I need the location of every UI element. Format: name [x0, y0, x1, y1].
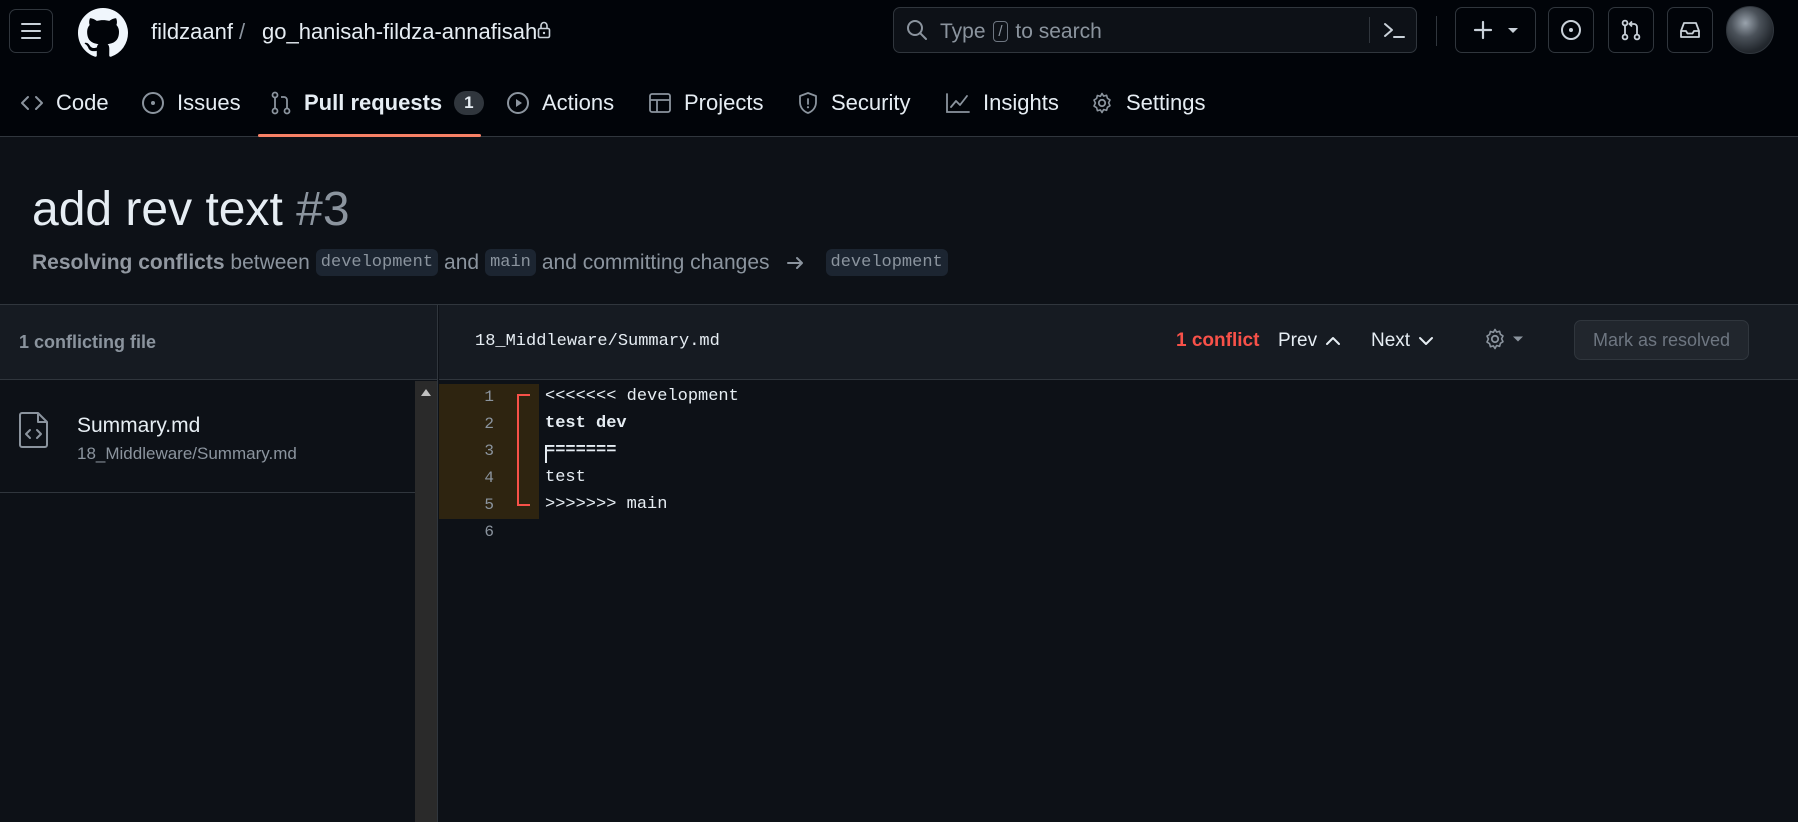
- menu-button[interactable]: [9, 9, 53, 53]
- search-divider: [1369, 17, 1370, 43]
- chevron-up-icon: [1326, 337, 1341, 345]
- base-branch-label[interactable]: main: [485, 249, 536, 276]
- table-icon: [649, 93, 671, 113]
- search-placeholder: Type / to search: [940, 20, 1102, 43]
- gear-icon: [1093, 92, 1111, 114]
- github-logo-icon[interactable]: [78, 8, 128, 58]
- file-path: 18_Middleware/Summary.md: [77, 444, 297, 463]
- repo-owner-link[interactable]: fildzaanf: [151, 19, 233, 45]
- prev-label: Prev: [1278, 330, 1318, 351]
- pr-subtitle: Resolving conflicts between development …: [32, 249, 954, 276]
- issue-icon: [1561, 20, 1581, 40]
- code-line: <<<<<<< development: [545, 387, 739, 406]
- shield-icon: [799, 92, 817, 114]
- pull-requests-count-badge: 1: [454, 91, 484, 115]
- line-number: 5: [484, 496, 494, 514]
- sidebar-scrollbar[interactable]: [415, 381, 437, 822]
- caret-down-icon: [1513, 336, 1523, 342]
- search-shortcut-key: /: [993, 21, 1008, 42]
- target-branch-label[interactable]: development: [825, 249, 948, 276]
- scroll-up-arrow-icon[interactable]: [420, 387, 432, 397]
- tab-issues-label: Issues: [177, 90, 241, 115]
- line-number: 1: [484, 388, 494, 406]
- tab-projects[interactable]: Projects: [648, 81, 763, 125]
- tab-security-label: Security: [831, 90, 911, 115]
- hamburger-icon: [21, 23, 41, 39]
- search-icon: [906, 19, 928, 41]
- active-tab-indicator: [258, 134, 481, 137]
- caret-down-icon: [1507, 28, 1518, 33]
- and-text: and: [444, 250, 480, 274]
- tab-code-label: Code: [56, 90, 109, 115]
- issue-icon: [142, 92, 164, 114]
- line-number: 4: [484, 469, 494, 487]
- file-list-item[interactable]: Summary.md 18_Middleware/Summary.md: [0, 381, 415, 493]
- next-conflict-button[interactable]: Next: [1371, 330, 1434, 352]
- tab-settings-label: Settings: [1126, 90, 1206, 115]
- graph-icon: [946, 93, 970, 113]
- global-header: fildzaanf / go_hanisah-fildza-annafisah …: [0, 0, 1798, 137]
- plus-icon: [1473, 20, 1492, 40]
- tab-projects-label: Projects: [684, 90, 764, 115]
- play-icon: [507, 92, 529, 114]
- editor-toolbar: 18_Middleware/Summary.md 1 conflict Prev…: [439, 305, 1798, 380]
- code-line: =======: [545, 441, 617, 460]
- pull-request-icon: [271, 91, 291, 115]
- pr-number: #3: [296, 183, 350, 236]
- conflicting-files-count: 1 conflicting file: [19, 332, 157, 352]
- issues-button[interactable]: [1548, 7, 1594, 53]
- tab-pull-requests[interactable]: Pull requests 1: [270, 81, 484, 125]
- code-line: >>>>>>> main: [545, 495, 668, 514]
- page-title: add rev text #3: [32, 182, 350, 237]
- next-label: Next: [1371, 330, 1411, 351]
- header-divider: [1436, 16, 1437, 46]
- tab-settings[interactable]: Settings: [1090, 81, 1206, 125]
- inbox-icon: [1680, 22, 1700, 38]
- breadcrumb-separator: /: [239, 19, 246, 44]
- mark-as-resolved-button[interactable]: Mark as resolved: [1574, 320, 1749, 360]
- file-code-icon: [18, 411, 50, 449]
- line-number: 6: [484, 523, 494, 541]
- head-branch-label[interactable]: development: [315, 249, 439, 276]
- code-icon: [21, 96, 43, 110]
- tab-pull-requests-label: Pull requests: [304, 90, 443, 115]
- code-line: test dev: [545, 414, 627, 433]
- pull-requests-button[interactable]: [1608, 7, 1654, 53]
- conflict-file-sidebar: 1 conflicting file Summary.md 18_Middlew…: [0, 305, 438, 822]
- pull-request-icon: [1621, 19, 1641, 41]
- pr-title-text: add rev text: [32, 183, 283, 236]
- gear-icon: [1486, 328, 1504, 350]
- inbox-button[interactable]: [1667, 7, 1713, 53]
- tab-issues[interactable]: Issues: [141, 81, 241, 125]
- file-name: Summary.md: [77, 414, 201, 437]
- tab-code[interactable]: Code: [20, 81, 109, 125]
- search-input[interactable]: Type / to search: [893, 7, 1417, 53]
- chevron-down-icon: [1419, 337, 1434, 345]
- repo-name-link[interactable]: go_hanisah-fildza-annafisah: [262, 19, 537, 45]
- conflict-count: 1 conflict: [1176, 330, 1260, 351]
- tab-security[interactable]: Security: [797, 81, 910, 125]
- command-palette-icon[interactable]: [1382, 19, 1406, 41]
- code-line: test: [545, 468, 586, 487]
- tab-insights[interactable]: Insights: [945, 81, 1059, 125]
- conflict-marker-bracket: [517, 394, 530, 506]
- between-text: between: [230, 250, 310, 274]
- line-number: 3: [484, 442, 494, 460]
- committing-text: and committing changes: [541, 250, 770, 274]
- create-new-button[interactable]: [1455, 7, 1536, 53]
- sidebar-header: 1 conflicting file: [0, 305, 437, 380]
- tab-insights-label: Insights: [983, 90, 1059, 115]
- editor-settings-button[interactable]: [1483, 327, 1524, 351]
- editor-file-path: 18_Middleware/Summary.md: [475, 332, 720, 351]
- resolving-conflicts-label: Resolving conflicts: [32, 250, 225, 274]
- code-editor[interactable]: 1 <<<<<<< development 2 test dev 3 =====…: [439, 380, 1798, 822]
- tab-actions[interactable]: Actions: [506, 81, 614, 125]
- user-avatar[interactable]: [1726, 6, 1774, 54]
- arrow-right-icon: [786, 256, 803, 269]
- lock-icon: [536, 20, 552, 40]
- prev-conflict-button[interactable]: Prev: [1278, 330, 1341, 352]
- line-number: 2: [484, 415, 494, 433]
- tab-actions-label: Actions: [542, 90, 615, 115]
